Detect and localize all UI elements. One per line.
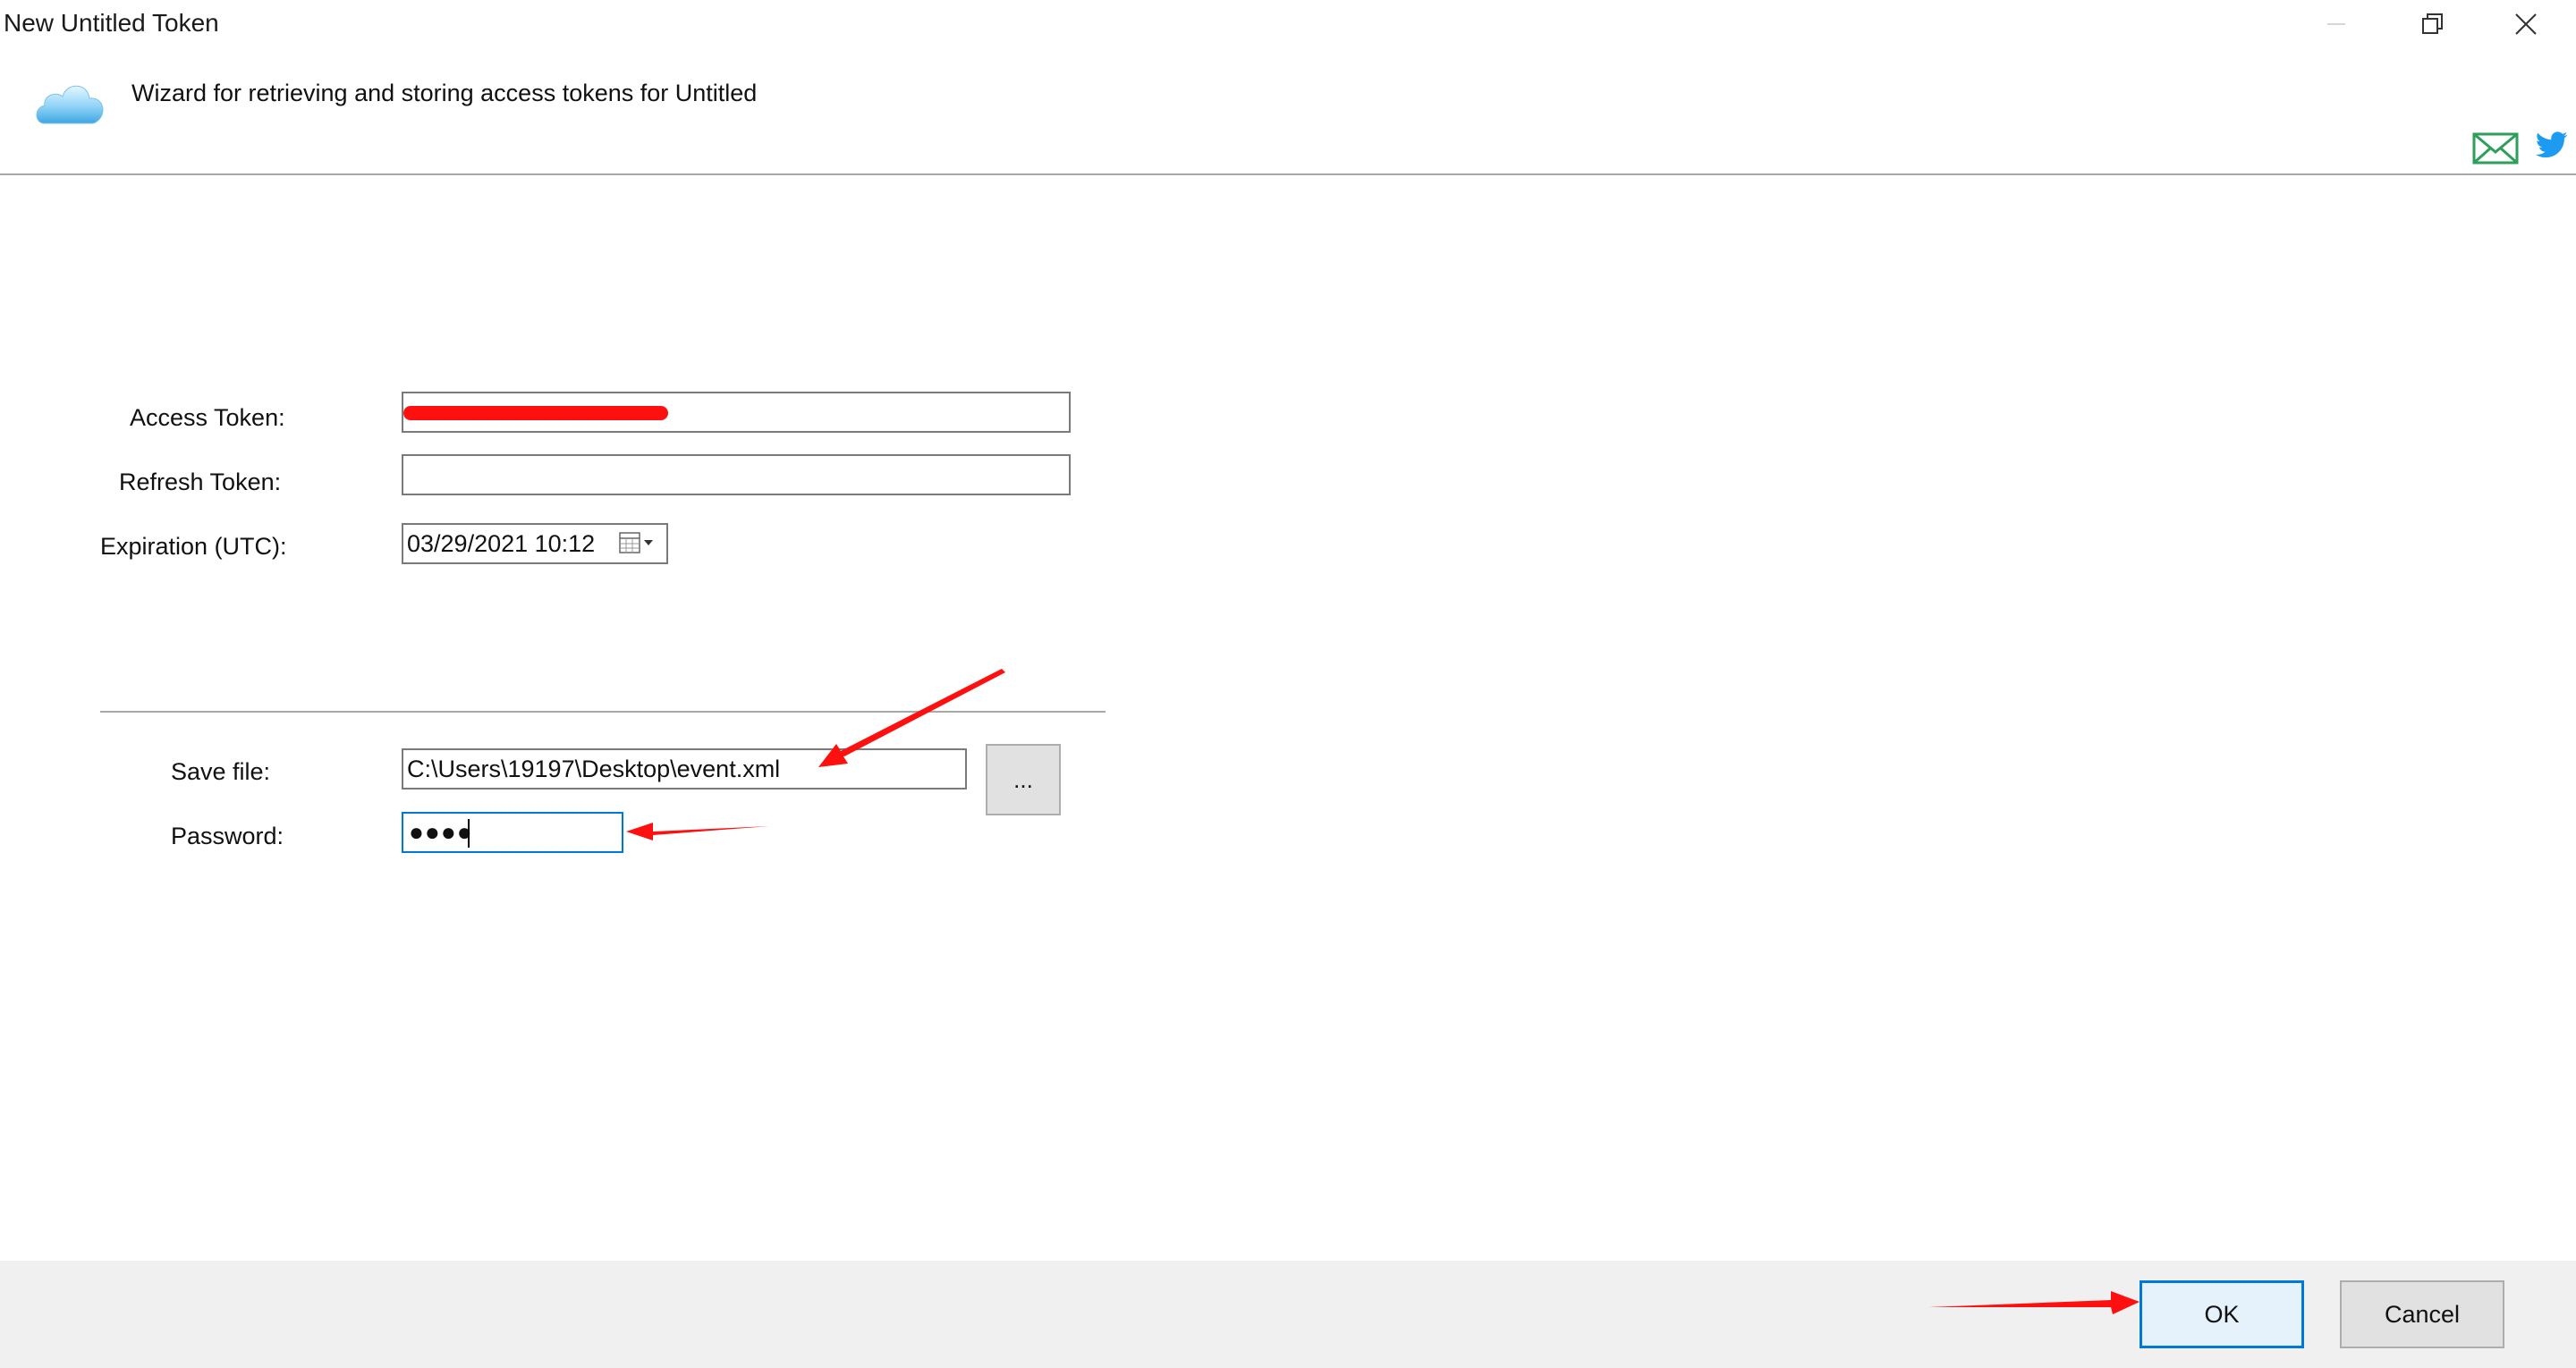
close-icon (2515, 13, 2537, 35)
save-file-label: Save file: (171, 758, 271, 785)
refresh-token-label: Refresh Token: (119, 469, 282, 495)
password-label: Password: (171, 823, 284, 849)
access-token-input[interactable] (402, 392, 1071, 433)
expiration-label: Expiration (UTC): (100, 533, 287, 560)
refresh-token-input[interactable] (402, 454, 1071, 495)
arrow-to-password (626, 823, 769, 840)
twitter-icon[interactable] (2535, 131, 2569, 165)
close-button[interactable] (2479, 0, 2572, 48)
password-value: ●●●● (409, 818, 473, 846)
wizard-description: Wizard for retrieving and storing access… (131, 80, 758, 106)
token-wizard-window: New Untitled Token Wizard for retrieving… (0, 0, 2576, 1368)
annotation-overlay (626, 669, 2140, 1314)
wizard-header: Wizard for retrieving and storing access… (0, 48, 2576, 173)
redaction-mark (403, 406, 668, 420)
mail-icon[interactable] (2472, 132, 2519, 169)
browse-button[interactable]: ... (986, 744, 1061, 815)
calendar-icon[interactable] (618, 530, 659, 563)
form-divider (100, 711, 1106, 713)
title-bar: New Untitled Token (0, 0, 2576, 48)
minimize-icon (2327, 23, 2345, 25)
restore-icon (2422, 13, 2443, 34)
minimize-button[interactable] (2290, 0, 2383, 48)
window-title: New Untitled Token (4, 9, 219, 37)
restore-button[interactable] (2386, 0, 2479, 48)
access-token-label: Access Token: (130, 404, 285, 431)
save-file-input[interactable] (402, 748, 967, 790)
ok-button[interactable]: OK (2140, 1280, 2304, 1348)
text-caret (468, 819, 470, 848)
cloud-icon (32, 72, 109, 135)
cancel-button[interactable]: Cancel (2340, 1280, 2504, 1348)
expiration-value: 03/29/2021 10:12 (407, 530, 596, 557)
password-input[interactable]: ●●●● (402, 812, 623, 853)
header-divider (0, 173, 2576, 175)
expiration-date-picker[interactable]: 03/29/2021 10:12 (402, 523, 668, 564)
